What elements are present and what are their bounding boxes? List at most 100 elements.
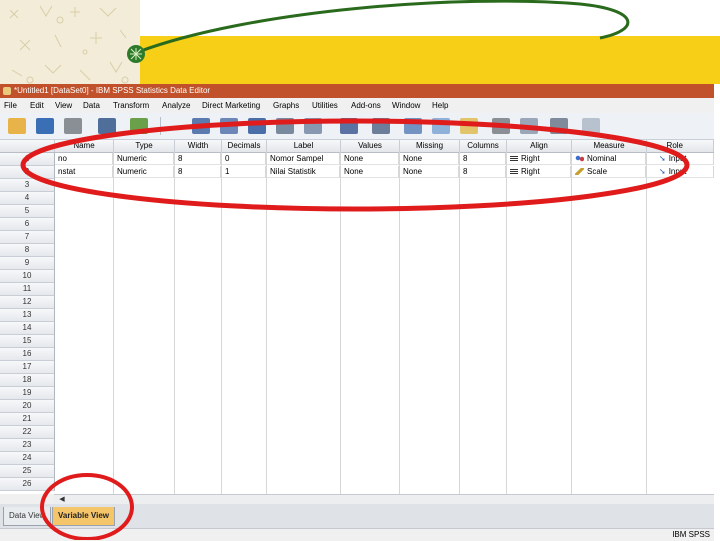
cell-decimals[interactable]: 0 bbox=[222, 153, 266, 165]
cell-type[interactable]: Numeric bbox=[114, 153, 174, 165]
row-number[interactable]: 19 bbox=[0, 387, 55, 400]
menu-help[interactable]: Help bbox=[432, 99, 448, 113]
header-columns[interactable]: Columns bbox=[460, 140, 507, 152]
toolbar-separator bbox=[160, 117, 161, 135]
menu-data[interactable]: Data bbox=[83, 99, 100, 113]
value-labels-icon[interactable] bbox=[460, 118, 478, 134]
row-number[interactable]: 25 bbox=[0, 465, 55, 478]
spss-app-icon bbox=[3, 87, 11, 95]
row-number[interactable]: 14 bbox=[0, 322, 55, 335]
goto-case-icon[interactable] bbox=[192, 118, 210, 134]
menu-analyze[interactable]: Analyze bbox=[162, 99, 190, 113]
cell-align[interactable]: Right bbox=[507, 166, 571, 178]
cell-label[interactable]: Nomor Sampel bbox=[267, 153, 340, 165]
row-number[interactable]: 20 bbox=[0, 400, 55, 413]
header-missing[interactable]: Missing bbox=[400, 140, 460, 152]
cell-role[interactable]: ➘ Input bbox=[647, 153, 714, 165]
row-number[interactable]: 22 bbox=[0, 426, 55, 439]
row-number[interactable]: 4 bbox=[0, 192, 55, 205]
header-decimals[interactable]: Decimals bbox=[222, 140, 267, 152]
row-number[interactable]: 23 bbox=[0, 439, 55, 452]
header-name[interactable]: Name bbox=[55, 140, 114, 152]
row-number[interactable]: 21 bbox=[0, 413, 55, 426]
header-values[interactable]: Values bbox=[341, 140, 400, 152]
menu-bar: File Edit View Data Transform Analyze Di… bbox=[0, 99, 714, 113]
cell-columns[interactable]: 8 bbox=[460, 153, 506, 165]
header-label[interactable]: Label bbox=[267, 140, 341, 152]
open-folder-icon[interactable] bbox=[8, 118, 26, 134]
cell-label[interactable]: Nilai Statistik bbox=[267, 166, 340, 178]
find-icon[interactable] bbox=[276, 118, 294, 134]
row-number[interactable]: 11 bbox=[0, 283, 55, 296]
recall-dialog-icon[interactable] bbox=[98, 118, 116, 134]
cell-decimals[interactable]: 1 bbox=[222, 166, 266, 178]
menu-direct-marketing[interactable]: Direct Marketing bbox=[202, 99, 260, 113]
tab-data-view[interactable]: Data View bbox=[3, 507, 52, 526]
show-all-variables-icon[interactable] bbox=[520, 118, 538, 134]
menu-transform[interactable]: Transform bbox=[113, 99, 149, 113]
menu-edit[interactable]: Edit bbox=[30, 99, 44, 113]
variables-icon[interactable] bbox=[248, 118, 266, 134]
cell-role[interactable]: ➘ Input bbox=[647, 166, 714, 178]
print-icon[interactable] bbox=[64, 118, 82, 134]
cell-measure[interactable]: Scale bbox=[572, 166, 646, 178]
menu-view[interactable]: View bbox=[55, 99, 72, 113]
row-number[interactable]: 2 bbox=[0, 166, 55, 179]
row-number[interactable]: 16 bbox=[0, 348, 55, 361]
menu-file[interactable]: File bbox=[4, 99, 17, 113]
row-number[interactable]: 12 bbox=[0, 296, 55, 309]
row-number[interactable]: 1 bbox=[0, 153, 55, 166]
menu-add-ons[interactable]: Add-ons bbox=[351, 99, 381, 113]
header-role[interactable]: Role bbox=[647, 140, 714, 152]
save-icon[interactable] bbox=[36, 118, 54, 134]
use-variable-sets-icon[interactable] bbox=[492, 118, 510, 134]
menu-utilities[interactable]: Utilities bbox=[312, 99, 338, 113]
cell-columns[interactable]: 8 bbox=[460, 166, 506, 178]
row-number[interactable]: 5 bbox=[0, 205, 55, 218]
cell-missing[interactable]: None bbox=[400, 153, 459, 165]
row-number[interactable]: 6 bbox=[0, 218, 55, 231]
weight-cases-icon[interactable] bbox=[404, 118, 422, 134]
cell-values[interactable]: None bbox=[341, 166, 399, 178]
cell-align[interactable]: Right bbox=[507, 153, 571, 165]
cell-name[interactable]: no bbox=[55, 153, 113, 165]
row-number[interactable]: 17 bbox=[0, 361, 55, 374]
cell-values[interactable]: None bbox=[341, 153, 399, 165]
row-number[interactable]: 24 bbox=[0, 452, 55, 465]
menu-window[interactable]: Window bbox=[392, 99, 420, 113]
scroll-left-icon[interactable]: ◀ bbox=[58, 496, 66, 504]
grid-line bbox=[571, 152, 572, 494]
header-width[interactable]: Width bbox=[175, 140, 222, 152]
goto-variable-icon[interactable] bbox=[220, 118, 238, 134]
row-number[interactable]: 7 bbox=[0, 231, 55, 244]
cell-missing[interactable]: None bbox=[400, 166, 459, 178]
cell-type[interactable]: Numeric bbox=[114, 166, 174, 178]
row-number[interactable]: 13 bbox=[0, 309, 55, 322]
header-measure[interactable]: Measure bbox=[572, 140, 647, 152]
cell-width[interactable]: 8 bbox=[175, 166, 221, 178]
row-number[interactable]: 26 bbox=[0, 478, 55, 491]
split-file-icon[interactable] bbox=[372, 118, 390, 134]
header-align[interactable]: Align bbox=[507, 140, 572, 152]
window-title: *Untitled1 [DataSet0] - IBM SPSS Statist… bbox=[14, 86, 211, 95]
row-number[interactable]: 3 bbox=[0, 179, 55, 192]
header-type[interactable]: Type bbox=[114, 140, 175, 152]
grid-line bbox=[113, 152, 114, 494]
align-value: Right bbox=[521, 154, 540, 163]
insert-variable-icon[interactable] bbox=[340, 118, 358, 134]
cell-name[interactable]: nstat bbox=[55, 166, 113, 178]
row-number[interactable]: 8 bbox=[0, 244, 55, 257]
cell-measure[interactable]: Nominal bbox=[572, 153, 646, 165]
cell-width[interactable]: 8 bbox=[175, 153, 221, 165]
menu-graphs[interactable]: Graphs bbox=[273, 99, 299, 113]
row-number[interactable]: 10 bbox=[0, 270, 55, 283]
spell-check-icon[interactable] bbox=[550, 118, 568, 134]
abc-spelling-icon[interactable] bbox=[582, 118, 600, 134]
row-number[interactable]: 9 bbox=[0, 257, 55, 270]
tab-variable-view[interactable]: Variable View bbox=[52, 507, 115, 526]
undo-icon[interactable] bbox=[130, 118, 148, 134]
row-number[interactable]: 18 bbox=[0, 374, 55, 387]
select-cases-icon[interactable] bbox=[432, 118, 450, 134]
row-number[interactable]: 15 bbox=[0, 335, 55, 348]
insert-cases-icon[interactable] bbox=[304, 118, 322, 134]
